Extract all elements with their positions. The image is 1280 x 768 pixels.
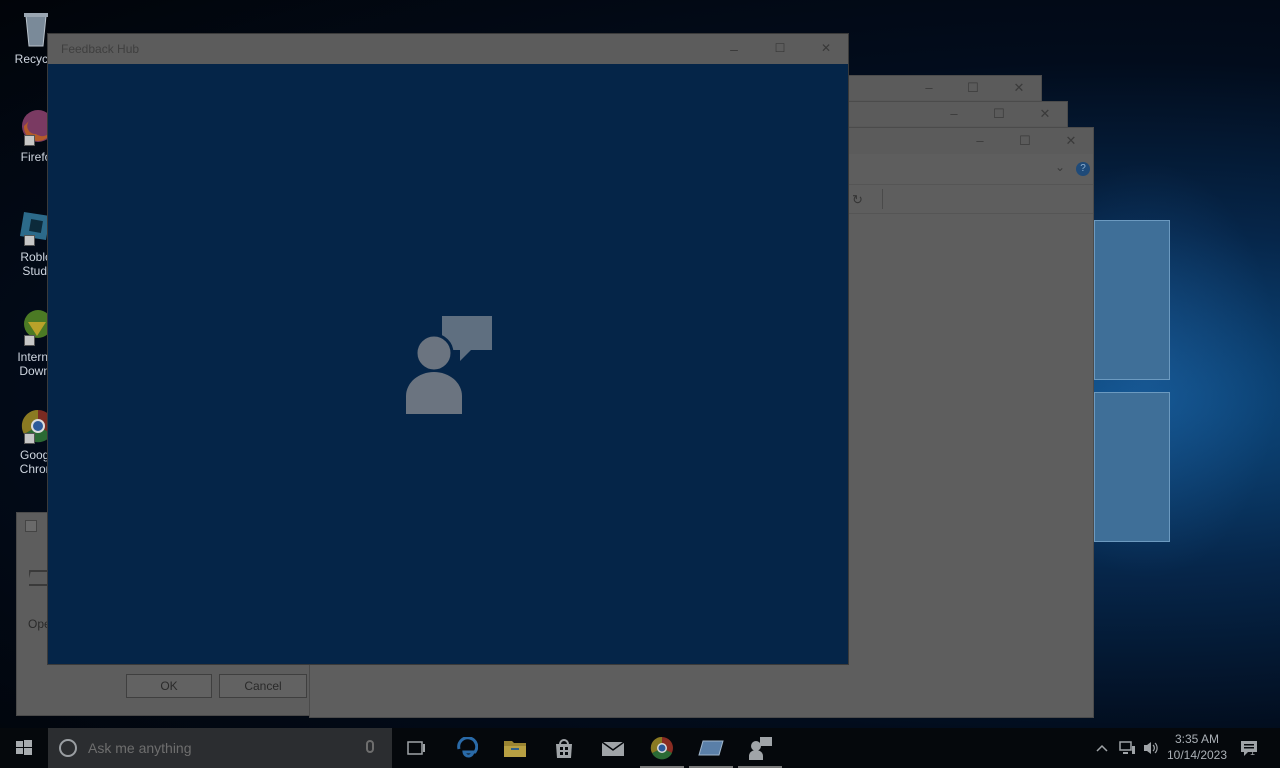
remote-desktop-icon xyxy=(698,740,724,756)
search-box[interactable]: Ask me anything xyxy=(48,728,392,768)
maximize-button[interactable]: ☐ xyxy=(766,41,794,55)
network-icon xyxy=(1119,741,1135,754)
logo-pane-bottom xyxy=(1094,392,1170,542)
splash-screen xyxy=(48,64,848,664)
folder-icon xyxy=(504,741,526,757)
refresh-icon[interactable]: ↻ xyxy=(852,192,863,208)
close-button[interactable]: ✕ xyxy=(1009,80,1029,96)
logo-pane-top xyxy=(1094,220,1170,380)
shortcut-arrow-icon xyxy=(24,235,35,246)
feedback-hub-icon xyxy=(749,737,772,760)
task-view-button[interactable] xyxy=(392,728,440,768)
cortana-icon xyxy=(59,739,77,757)
edge-icon xyxy=(457,737,478,758)
minimize-button[interactable]: – xyxy=(919,80,939,95)
maximize-button[interactable]: ☐ xyxy=(963,80,983,96)
shortcut-arrow-icon xyxy=(24,433,35,444)
cancel-button[interactable]: Cancel xyxy=(219,674,307,698)
window-title: Feedback Hub xyxy=(61,42,140,56)
search-placeholder: Ask me anything xyxy=(88,740,192,756)
edge-button[interactable] xyxy=(443,728,491,768)
store-icon xyxy=(556,739,572,758)
windows-start-icon xyxy=(16,740,32,755)
close-button[interactable]: ✕ xyxy=(1035,106,1055,122)
mail-icon xyxy=(601,741,625,756)
speaker-icon xyxy=(1144,742,1158,754)
show-hidden-icons-button[interactable] xyxy=(1092,728,1112,768)
clock-date: 10/14/2023 xyxy=(1166,748,1228,762)
close-button[interactable]: ✕ xyxy=(1061,133,1081,149)
system-clock[interactable]: 3:35 AM 10/14/2023 xyxy=(1160,731,1234,763)
volume-button[interactable] xyxy=(1140,728,1162,768)
ok-button[interactable]: OK xyxy=(126,674,212,698)
action-center-button[interactable]: 1 xyxy=(1236,728,1262,768)
remote-desktop-button[interactable] xyxy=(687,728,735,768)
windows-logo-wallpaper xyxy=(1094,180,1174,550)
divider xyxy=(882,189,883,209)
network-button[interactable] xyxy=(1116,728,1138,768)
notification-count-badge: 1 xyxy=(1250,747,1256,757)
shortcut-arrow-icon xyxy=(24,335,35,346)
feedback-hub-taskbar-button[interactable] xyxy=(736,728,784,768)
app-icon xyxy=(25,520,37,532)
maximize-button[interactable]: ☐ xyxy=(989,106,1009,122)
start-button[interactable] xyxy=(0,728,48,768)
mail-button[interactable] xyxy=(589,728,637,768)
feedback-hub-window[interactable]: Feedback Hub – ☐ ✕ xyxy=(47,33,849,665)
minimize-button[interactable]: – xyxy=(720,41,748,57)
microphone-icon[interactable] xyxy=(366,740,374,753)
chrome-taskbar-button[interactable] xyxy=(638,728,686,768)
minimize-button[interactable]: – xyxy=(944,106,964,121)
window-titlebar[interactable]: Feedback Hub – ☐ ✕ xyxy=(48,34,848,64)
file-explorer-button[interactable] xyxy=(491,728,539,768)
chrome-icon xyxy=(650,736,673,760)
chevron-down-icon[interactable]: ⌄ xyxy=(1055,160,1065,174)
task-view-icon xyxy=(407,741,425,755)
help-icon[interactable]: ? xyxy=(1076,162,1090,176)
minimize-button[interactable]: – xyxy=(970,133,990,148)
maximize-button[interactable]: ☐ xyxy=(1015,133,1035,149)
feedback-hub-logo-icon xyxy=(406,316,492,414)
store-button[interactable] xyxy=(540,728,588,768)
taskbar: Ask me anything 3:35 AM 10/14/2023 1 xyxy=(0,728,1280,768)
desktop: Recycle Firefo Roblo Studi Interne Downl… xyxy=(0,0,1280,728)
shortcut-arrow-icon xyxy=(24,135,35,146)
close-button[interactable]: ✕ xyxy=(812,41,840,55)
notification-icon xyxy=(1241,741,1257,756)
chevron-up-icon xyxy=(1096,744,1108,752)
clock-time: 3:35 AM xyxy=(1174,732,1220,746)
